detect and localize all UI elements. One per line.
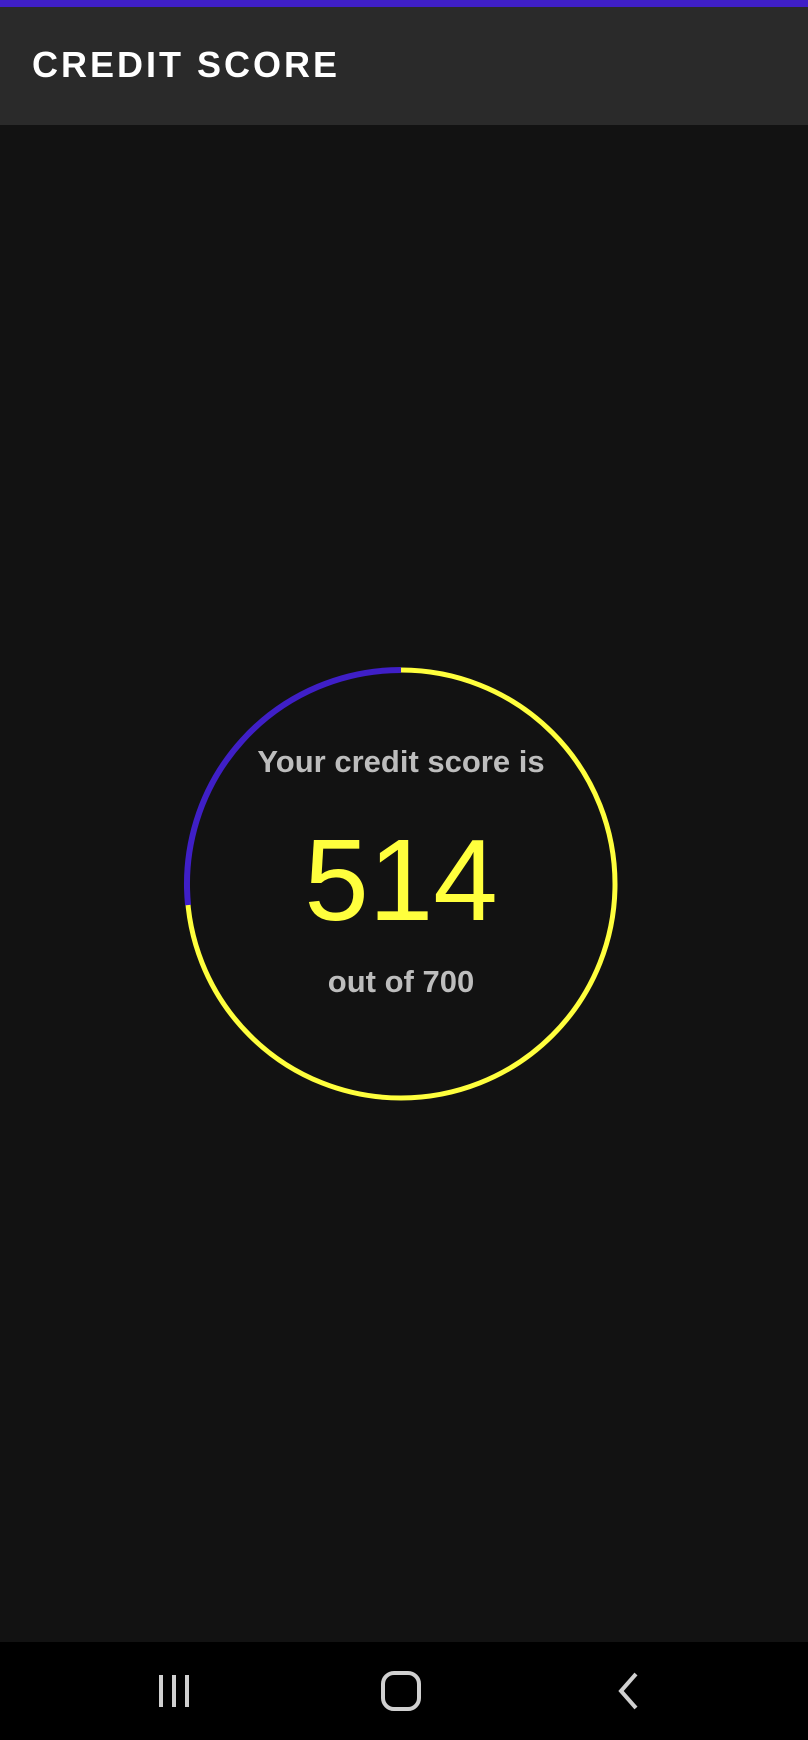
credit-score-value: 514	[304, 815, 498, 945]
back-icon	[618, 1672, 638, 1710]
recent-apps-button[interactable]	[115, 1642, 235, 1740]
recent-apps-icon	[159, 1675, 189, 1707]
app-bar: CREDIT SCORE	[0, 7, 808, 125]
app-title: CREDIT SCORE	[32, 44, 341, 85]
gauge-text: Your credit score is 514 out of 700	[183, 666, 619, 1102]
score-label-bottom: out of 700	[327, 964, 475, 999]
main-content: Your credit score is 514 out of 700	[0, 125, 808, 1642]
status-bar	[0, 0, 808, 7]
home-button[interactable]	[341, 1642, 461, 1740]
score-label-top: Your credit score is	[257, 744, 545, 779]
credit-score-gauge: Your credit score is 514 out of 700	[183, 666, 619, 1102]
system-nav-bar	[0, 1642, 808, 1740]
home-icon	[381, 1671, 421, 1711]
back-button[interactable]	[569, 1642, 689, 1740]
